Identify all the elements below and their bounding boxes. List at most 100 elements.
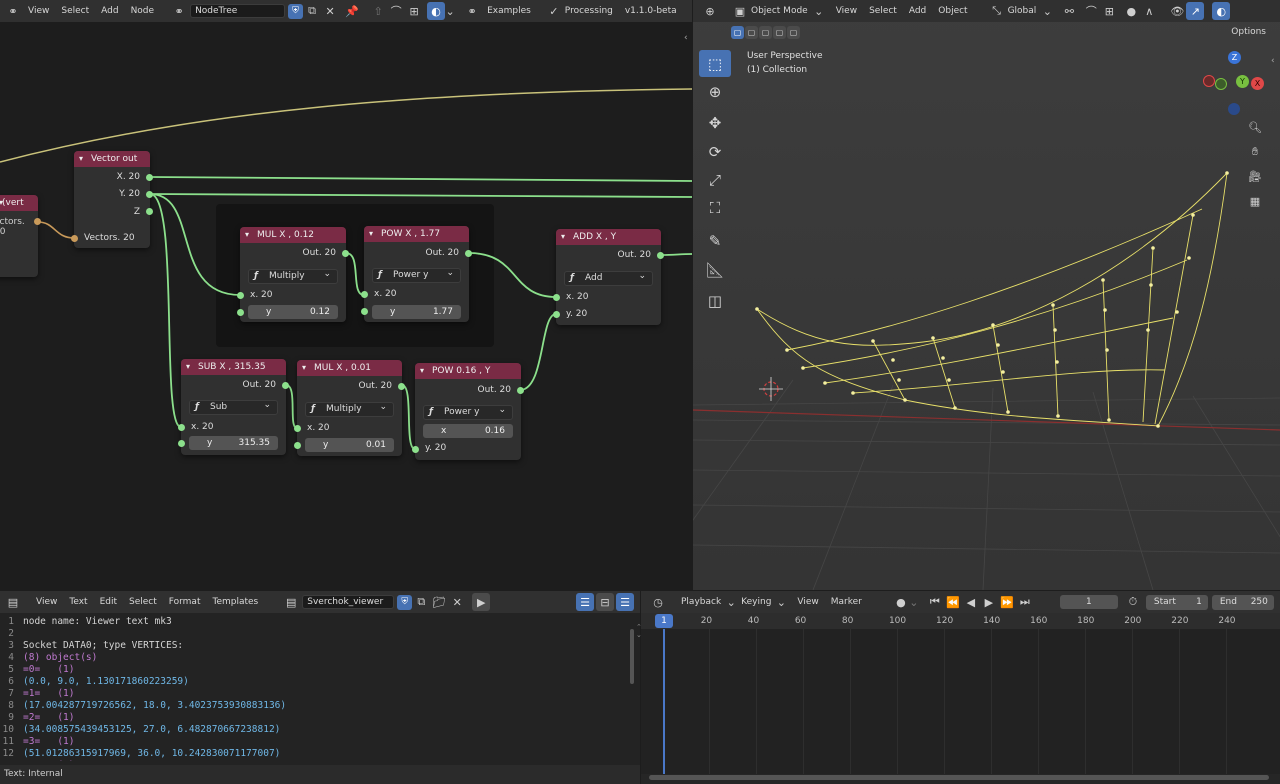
new-text-icon[interactable]: ⧉ — [412, 593, 430, 611]
socket-z-out[interactable] — [146, 208, 153, 215]
node-header[interactable]: POW 0.16 , Y — [415, 363, 521, 379]
node-sub-31535[interactable]: SUB X , 315.35 Out. 20 Sub x. 20 y 315.35 — [178, 359, 289, 455]
socket-vectors-out[interactable] — [34, 218, 41, 225]
select-box-tool-icon[interactable]: ⬚ — [699, 50, 731, 77]
socket-out[interactable] — [517, 387, 524, 394]
menu-keying[interactable]: Keying — [735, 597, 777, 607]
operation-dropdown[interactable]: Multiply — [305, 401, 394, 417]
perspective-grid-icon[interactable]: ▦ — [1246, 192, 1264, 210]
play-icon[interactable]: ▶ — [980, 593, 998, 611]
add-cube-tool-icon[interactable]: ◫ — [699, 287, 731, 314]
socket-y-in[interactable] — [178, 440, 185, 447]
menu-playback[interactable]: Playback — [675, 597, 727, 607]
jump-start-icon[interactable]: ⏮ — [926, 593, 944, 611]
node-add[interactable]: ADD X , Y Out. 20 Add x. 20 y. 20 — [553, 229, 664, 325]
editor-type-icon[interactable]: ▤ — [4, 593, 22, 611]
end-frame-field[interactable]: End 250 — [1211, 594, 1274, 610]
prev-keyframe-icon[interactable]: ⏪ — [944, 593, 962, 611]
sidebar-toggle-icon[interactable]: ‹ — [1271, 56, 1275, 66]
y-value-field[interactable]: y 1.77 — [372, 305, 461, 319]
pan-hand-icon[interactable]: ✋︎ — [1246, 143, 1264, 161]
gizmo-neg-y-axis[interactable] — [1215, 78, 1227, 90]
timeline[interactable]: ◷ Playback ⌄ Keying ⌄ View Marker ● ⌄ ⏮ … — [641, 591, 1280, 784]
y-value-field[interactable]: y 0.01 — [305, 438, 394, 452]
code-line[interactable]: 1 node name: Viewer text mk3 — [0, 616, 630, 628]
node-header[interactable]: ADD X , Y — [556, 229, 661, 245]
socket-y-in[interactable] — [294, 442, 301, 449]
socket-x-in[interactable] — [361, 291, 368, 298]
code-line[interactable]: 3 Socket DATA0; type VERTICES: — [0, 640, 630, 652]
socket-out[interactable] — [342, 250, 349, 257]
record-icon[interactable]: ● — [892, 593, 910, 611]
node-header[interactable]: POW X , 1.77 — [364, 226, 469, 242]
chevron-down-icon[interactable]: ⌄ — [727, 593, 736, 611]
node-header[interactable]: (vert — [0, 195, 38, 211]
code-line[interactable]: 13 =4= (1) — [0, 760, 630, 761]
annotate-tool-icon[interactable]: ✎ — [699, 227, 731, 254]
node-vertices-partial[interactable]: (vert ectors. 20 — [0, 195, 41, 277]
code-line[interactable]: 12 (51.01286315917969, 36.0, 10.242830071… — [0, 748, 630, 760]
socket-out[interactable] — [657, 252, 664, 259]
editor-type-icon[interactable]: ◷ — [649, 593, 667, 611]
code-line[interactable]: 8 (17.004287719726562, 18.0, 3.4023753930… — [0, 700, 630, 712]
transform-tool-icon[interactable]: ⛶ — [699, 194, 731, 221]
gizmo-neg-z-axis[interactable] — [1228, 103, 1240, 115]
socket-out[interactable] — [398, 383, 405, 390]
navigation-gizmo[interactable]: Z X Y — [1201, 48, 1273, 120]
menu-edit[interactable]: Edit — [94, 597, 123, 607]
code-line[interactable]: 6 (0.0, 9.0, 1.130171860223259) — [0, 676, 630, 688]
code-line[interactable]: 2 — [0, 628, 630, 640]
fake-user-shield-icon[interactable]: ⛨ — [397, 594, 413, 610]
code-line[interactable]: 11 =3= (1) — [0, 736, 630, 748]
socket-vectors-in[interactable] — [71, 235, 78, 242]
socket-out[interactable] — [282, 382, 289, 389]
word-wrap-icon[interactable]: ⊟ — [596, 593, 614, 611]
code-line[interactable]: 7 =1= (1) — [0, 688, 630, 700]
rotate-tool-icon[interactable]: ⟳ — [699, 138, 731, 165]
operation-dropdown[interactable]: Add — [564, 270, 653, 286]
text-datablock-icon[interactable]: ▤ — [282, 593, 300, 611]
node-header[interactable]: MUL X , 0.01 — [297, 360, 402, 376]
start-frame-field[interactable]: Start 1 — [1145, 594, 1208, 610]
open-folder-icon[interactable]: 📁︎ — [430, 593, 448, 611]
node-pow-177[interactable]: POW X , 1.77 Out. 20 Power y x. 20 y 1.77 — [361, 226, 472, 322]
node-pow-016[interactable]: POW 0.16 , Y Out. 20 Power y x 0.16 y. 20 — [412, 363, 524, 460]
camera-icon[interactable]: 🎥︎ — [1246, 167, 1264, 185]
menu-format[interactable]: Format — [163, 597, 207, 607]
keyframe-area[interactable] — [641, 629, 1280, 774]
code-line[interactable]: 9 =2= (1) — [0, 712, 630, 724]
next-keyframe-icon[interactable]: ⏩ — [998, 593, 1016, 611]
jump-end-icon[interactable]: ⏭ — [1016, 593, 1034, 611]
text-editor[interactable]: ▤ View Text Edit Select Format Templates… — [0, 591, 642, 784]
menu-text[interactable]: Text — [63, 597, 93, 607]
socket-x-in[interactable] — [553, 294, 560, 301]
operation-dropdown[interactable]: Multiply — [248, 268, 338, 284]
y-value-field[interactable]: y 315.35 — [189, 436, 278, 450]
node-vector-out[interactable]: Vector out X. 20 Y. 20 Z Vectors. 20 — [71, 151, 153, 248]
socket-y-out[interactable] — [146, 191, 153, 198]
cursor-tool-icon[interactable]: ⊕ — [699, 78, 731, 105]
socket-out[interactable] — [465, 250, 472, 257]
socket-x-in[interactable] — [294, 425, 301, 432]
socket-x-in[interactable] — [178, 424, 185, 431]
menu-select[interactable]: Select — [123, 597, 163, 607]
viewport-3d[interactable]: ⊕ ▣ Object Mode ⌄ View Select Add Object… — [693, 0, 1280, 590]
current-frame-field[interactable]: 1 — [1059, 595, 1118, 609]
chevron-down-icon[interactable]: ⌄ — [909, 593, 918, 611]
move-tool-icon[interactable]: ✥ — [699, 109, 731, 136]
menu-templates[interactable]: Templates — [206, 597, 264, 607]
socket-x-out[interactable] — [146, 174, 153, 181]
operation-dropdown[interactable]: Power y — [423, 404, 513, 420]
code-line[interactable]: 4 (8) object(s) — [0, 652, 630, 664]
playhead-frame-badge[interactable]: 1 — [655, 614, 673, 628]
node-header[interactable]: MUL X , 0.12 — [240, 227, 346, 243]
menu-view[interactable]: View — [30, 597, 63, 607]
close-icon[interactable]: ✕ — [448, 593, 466, 611]
code-line[interactable]: 10 (34.008575439453125, 27.0, 6.482870667… — [0, 724, 630, 736]
node-header[interactable]: SUB X , 315.35 — [181, 359, 286, 375]
y-value-field[interactable]: y 0.12 — [248, 305, 338, 319]
play-reverse-icon[interactable]: ◀ — [962, 593, 980, 611]
text-name-field[interactable]: Sverchok_viewer — [302, 595, 395, 609]
socket-y-in[interactable] — [361, 308, 368, 315]
operation-dropdown[interactable]: Sub — [189, 399, 278, 415]
